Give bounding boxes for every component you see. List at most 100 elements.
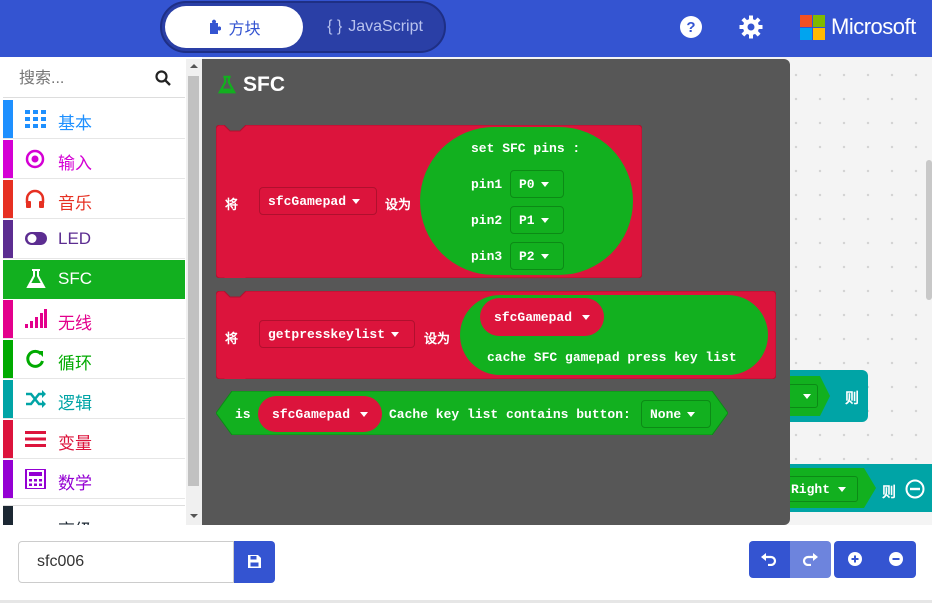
svg-text:?: ? xyxy=(686,19,695,36)
undo-icon xyxy=(761,553,777,566)
category-label: SFC xyxy=(58,269,92,288)
flask-icon xyxy=(26,269,46,288)
flyout-title: SFC xyxy=(217,73,285,97)
headphones-icon xyxy=(25,189,45,208)
toggle-icon xyxy=(25,232,47,245)
category-label: LED xyxy=(58,229,92,248)
search-icon[interactable] xyxy=(155,70,171,86)
category-label: 音乐 xyxy=(58,194,92,213)
then-label-2: 则 xyxy=(882,486,896,502)
sfcgamepad-reporter-2[interactable]: sfcGamepad xyxy=(258,396,382,432)
signal-bars-icon xyxy=(25,309,47,328)
category-led[interactable]: LED xyxy=(3,220,185,259)
floppy-disk-icon xyxy=(248,555,261,568)
dropdown-value: P1 xyxy=(519,212,535,228)
microsoft-logo-icon xyxy=(800,14,825,40)
pin3-label: pin3 xyxy=(471,249,503,264)
question-circle-icon[interactable]: ? xyxy=(679,15,703,39)
workspace-dropdown-1[interactable] xyxy=(788,384,818,408)
dropdown-value: None xyxy=(650,406,682,422)
pin1-label: pin1 xyxy=(471,177,503,192)
tab-javascript[interactable]: { } JavaScript xyxy=(312,6,438,48)
category-loops[interactable]: 循环 xyxy=(3,340,185,379)
category-variables[interactable]: 变量 xyxy=(3,420,185,459)
category-math[interactable]: 数学 xyxy=(3,460,185,499)
category-music[interactable]: 音乐 xyxy=(3,180,185,219)
dropdown-value: sfcGamepad xyxy=(268,193,347,209)
zoom-out-button[interactable] xyxy=(875,541,916,578)
workspace-scrollbar[interactable] xyxy=(926,160,932,300)
sfcgamepad-label: sfcGamepad xyxy=(493,309,572,325)
tab-blocks[interactable]: 方块 xyxy=(165,6,303,48)
workspace-right-dropdown[interactable]: Right xyxy=(784,476,858,502)
button-dropdown[interactable]: None xyxy=(641,400,711,428)
editor-toggle: 方块 { } JavaScript xyxy=(160,1,446,53)
category-advanced[interactable]: 高级 xyxy=(3,505,185,525)
category-label: 变量 xyxy=(58,434,92,453)
category-input[interactable]: 输入 xyxy=(3,140,185,179)
save-button[interactable] xyxy=(234,541,275,583)
cache-contains-label: Cache key list contains button: xyxy=(389,407,631,422)
category-radio[interactable]: 无线 xyxy=(3,300,185,339)
microsoft-brand-text: Microsoft xyxy=(831,14,916,39)
sfcgamepad-reporter-1[interactable]: sfcGamepad xyxy=(480,298,604,336)
tab-blocks-label: 方块 xyxy=(228,21,261,38)
redo-icon xyxy=(802,553,818,566)
to-label: 设为 xyxy=(424,332,451,347)
variable-dropdown-getpresskeylist[interactable]: getpresskeylist xyxy=(259,320,415,348)
category-label: 无线 xyxy=(58,314,92,333)
scroll-up-arrow-icon[interactable] xyxy=(189,63,199,69)
is-label: is xyxy=(235,407,251,422)
category-label: 基本 xyxy=(58,114,92,133)
set-label: 将 xyxy=(225,332,239,347)
dropdown-value: getpresskeylist xyxy=(268,326,386,342)
grid-icon xyxy=(25,110,46,128)
zoom-in-button[interactable] xyxy=(834,541,875,578)
category-label: 高级 xyxy=(58,516,92,525)
undo-button[interactable] xyxy=(749,541,790,578)
pin3-dropdown[interactable]: P2 xyxy=(510,242,564,270)
braces-icon: { } xyxy=(327,18,343,35)
sfcgamepad-label: sfcGamepad xyxy=(271,406,350,422)
category-sfc[interactable]: SFC xyxy=(3,260,185,299)
redo-button[interactable] xyxy=(790,541,831,578)
zoom-in-icon xyxy=(848,552,862,566)
flask-icon xyxy=(217,75,237,94)
flyout-title-text: SFC xyxy=(243,73,285,96)
toolbox-search xyxy=(3,59,185,98)
category-label: 逻辑 xyxy=(58,394,92,413)
category-label: 数学 xyxy=(58,474,92,493)
cache-press-key-list-label: cache SFC gamepad press key list xyxy=(487,350,737,365)
scroll-down-arrow-icon[interactable] xyxy=(189,513,199,519)
dropdown-value: P0 xyxy=(519,176,535,192)
then-label-1: 则 xyxy=(845,392,859,408)
variable-dropdown-sfcgamepad[interactable]: sfcGamepad xyxy=(259,187,377,215)
category-label: 输入 xyxy=(58,154,92,173)
set-sfc-pins-label: set SFC pins : xyxy=(471,141,581,156)
to-label: 设为 xyxy=(385,198,412,213)
category-basic[interactable]: 基本 xyxy=(3,100,185,139)
remove-circle-icon[interactable] xyxy=(905,479,925,499)
set-label: 将 xyxy=(225,198,239,213)
microsoft-logo[interactable]: Microsoft xyxy=(800,14,916,40)
project-name-field xyxy=(18,541,234,583)
top-menu-bar: 方块 { } JavaScript ? Microsoft xyxy=(0,0,932,57)
puzzle-icon xyxy=(210,19,222,34)
zoom-out-icon xyxy=(889,552,903,566)
category-logic[interactable]: 逻辑 xyxy=(3,380,185,419)
tab-javascript-label: JavaScript xyxy=(348,18,423,35)
project-name-input[interactable] xyxy=(35,552,219,572)
dropdown-value: P2 xyxy=(519,248,535,264)
toolbox-scrollbar-thumb[interactable] xyxy=(188,76,199,486)
pin2-label: pin2 xyxy=(471,213,503,228)
search-input[interactable] xyxy=(17,65,151,93)
pin1-dropdown[interactable]: P0 xyxy=(510,170,564,198)
target-icon xyxy=(25,149,45,169)
shuffle-icon xyxy=(26,390,46,408)
category-label: 循环 xyxy=(58,354,92,373)
list-icon xyxy=(25,431,46,447)
pin2-dropdown[interactable]: P1 xyxy=(510,206,564,234)
calculator-icon xyxy=(25,469,46,489)
gear-icon[interactable] xyxy=(739,15,763,39)
right-dropdown-value: Right xyxy=(791,481,831,497)
